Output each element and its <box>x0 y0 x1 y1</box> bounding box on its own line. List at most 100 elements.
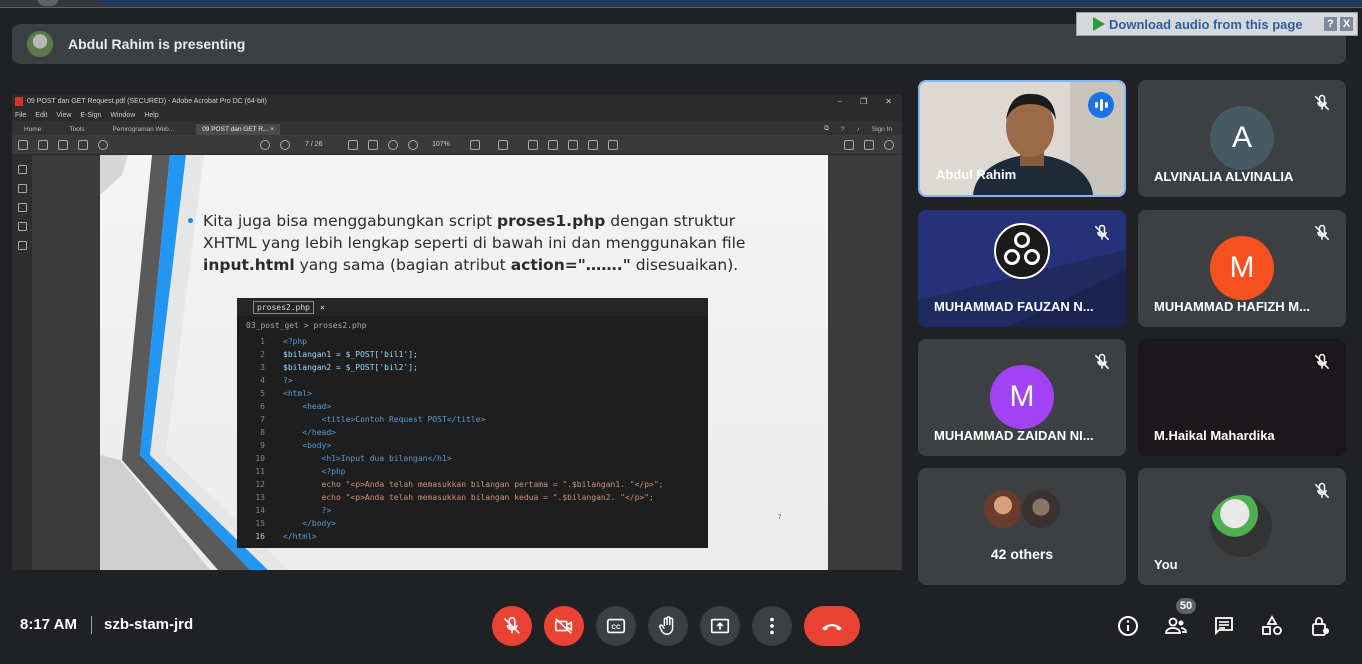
line-number: 11 <box>255 467 265 476</box>
line-number: 1 <box>260 337 265 346</box>
mic-off-icon <box>1314 482 1330 499</box>
mic-off-icon <box>1094 353 1110 370</box>
participant-tile-alvinalia[interactable]: A ALVINALIA ALVINALIA <box>1138 80 1346 197</box>
bell-icon: ♪ <box>856 125 860 133</box>
raise-hand-button[interactable] <box>648 606 688 646</box>
code-text: </body> <box>283 519 336 528</box>
menu-esign: E-Sign <box>80 111 102 119</box>
download-audio-label[interactable]: Download audio from this page <box>1109 17 1303 32</box>
line-number: 9 <box>260 441 265 450</box>
others-tile[interactable]: 42 others <box>918 468 1126 585</box>
more-options-button[interactable] <box>752 606 792 646</box>
code-text: echo "<p>Anda telah memasukkan bilangan … <box>283 493 654 502</box>
code-text: $bilangan2 = $_POST['bil2']; <box>283 363 418 372</box>
breadcrumb-folder: 03_post_get <box>246 320 299 330</box>
avatar: M <box>990 365 1054 429</box>
code-text: <title>Contoh Request POST</title> <box>283 415 486 424</box>
code-text: <h1>Input dua bilangan</h1> <box>283 454 452 463</box>
sign-in-label: Sign In <box>871 125 892 133</box>
zoom-out-icon <box>388 140 398 150</box>
page-total: / 26 <box>310 141 323 148</box>
line-number: 5 <box>260 389 265 398</box>
slide-bold-input-html: input.html <box>203 256 295 274</box>
self-avatar <box>1210 495 1272 557</box>
presenting-label: Abdul Rahim is presenting <box>68 36 246 52</box>
pdf-icon <box>15 97 23 106</box>
code-line: 7 <title>Contoh Request POST</title> <box>237 413 708 426</box>
tab-indicator <box>38 0 58 6</box>
editor-tabbar: proses2.php × <box>237 298 708 316</box>
self-tile[interactable]: You <box>1138 468 1346 585</box>
zoom-in-icon <box>408 140 418 150</box>
acrobat-sidebar <box>12 155 32 570</box>
code-text: <html> <box>283 389 312 398</box>
layers-icon <box>17 241 27 250</box>
host-controls-button[interactable] <box>1308 614 1332 638</box>
participant-tile-hafizh[interactable]: M MUHAMMAD HAFIZH M... <box>1138 210 1346 327</box>
code-line: 12 echo "<p>Anda telah memasukkan bilang… <box>237 478 708 491</box>
code-line: 6 <head> <box>237 400 708 413</box>
menu-view: View <box>56 111 72 119</box>
participant-tile-haikal[interactable]: M.Haikal Mahardika <box>1138 339 1346 456</box>
mic-off-icon <box>504 616 520 634</box>
participant-tile-abdul-rahim[interactable]: Abdul Rahim <box>918 80 1126 197</box>
people-button[interactable] <box>1164 614 1188 638</box>
highlight-icon <box>528 140 538 150</box>
code-text: </head> <box>283 428 336 437</box>
chat-button[interactable] <box>1212 614 1236 638</box>
activities-button[interactable] <box>1260 614 1284 638</box>
code-line: 16 </html> <box>237 530 708 543</box>
slide-text-4: disesuaikan). <box>630 256 739 274</box>
people-count-badge: 50 <box>1176 598 1196 614</box>
extension-help-button[interactable]: ? <box>1324 17 1337 31</box>
mic-off-icon <box>1314 353 1330 370</box>
code-line: 14 ?> <box>237 504 708 517</box>
code-screenshot: proses2.php × 03_post_get > proses2.php … <box>237 298 708 548</box>
participant-name: Abdul Rahim <box>936 167 1017 182</box>
upload-icon <box>58 140 68 150</box>
breadcrumb-separator: > <box>303 320 309 330</box>
lock-person-icon <box>1312 617 1329 636</box>
pen-icon <box>548 140 558 150</box>
editor-tab-file: proses2.php <box>253 300 314 314</box>
bookmark-icon <box>17 203 27 212</box>
code-line: 5 <html> <box>237 387 708 400</box>
menu-file: File <box>15 111 27 119</box>
slide-bullet-text: Kita juga bisa menggabungkan script pros… <box>203 210 763 276</box>
download-audio-extension[interactable]: Download audio from this page ? X <box>1076 12 1358 36</box>
line-number: 2 <box>260 350 265 359</box>
avatar: M <box>1210 236 1274 300</box>
editor-breadcrumb: 03_post_get > proses2.php <box>237 318 708 332</box>
code-line: 9 <body> <box>237 439 708 452</box>
tab-post-get-label: 09 POST dan GET R... <box>202 126 269 133</box>
participant-name: MUHAMMAD ZAIDAN NI... <box>934 428 1094 443</box>
tab-home: Home <box>24 126 42 133</box>
account-icon <box>884 140 894 150</box>
mic-toggle-button[interactable] <box>492 606 532 646</box>
slide-text-1: Kita juga bisa menggabungkan script <box>203 212 498 230</box>
extension-close-button[interactable]: X <box>1340 17 1353 31</box>
code-text: echo "<p>Anda telah memasukkan bilangan … <box>283 480 664 489</box>
shared-screen: 09 POST dan GET Request.pdf (SECURED) - … <box>12 94 902 570</box>
camera-toggle-button[interactable] <box>544 606 584 646</box>
page-up-icon <box>260 140 270 150</box>
trash-icon <box>608 140 618 150</box>
obs-logo-icon <box>994 223 1050 279</box>
participant-tile-zaidan[interactable]: M MUHAMMAD ZAIDAN NI... <box>918 339 1126 456</box>
end-call-icon <box>822 624 842 631</box>
stamp-icon <box>588 140 598 150</box>
present-screen-icon <box>710 618 730 634</box>
mic-off-icon <box>1314 224 1330 241</box>
participant-name: MUHAMMAD HAFIZH M... <box>1154 299 1310 314</box>
meeting-details-button[interactable] <box>1116 614 1140 638</box>
attachment-icon <box>17 222 27 231</box>
tab-tools: Tools <box>69 126 85 133</box>
participant-tile-fauzan[interactable]: MUHAMMAD FAUZAN N... <box>918 210 1126 327</box>
leave-call-button[interactable] <box>804 606 860 646</box>
captions-button[interactable]: CC <box>596 606 636 646</box>
acrobat-window-title: 09 POST dan GET Request.pdf (SECURED) - … <box>27 98 267 105</box>
acrobat-tabs: Home Tools Pemrograman Web... 09 POST da… <box>12 121 902 135</box>
present-button[interactable] <box>700 606 740 646</box>
bottom-controls: 8:17 AM szb-stam-jrd CC 50 <box>0 596 1362 664</box>
code-line: 13 echo "<p>Anda telah memasukkan bilang… <box>237 491 708 504</box>
